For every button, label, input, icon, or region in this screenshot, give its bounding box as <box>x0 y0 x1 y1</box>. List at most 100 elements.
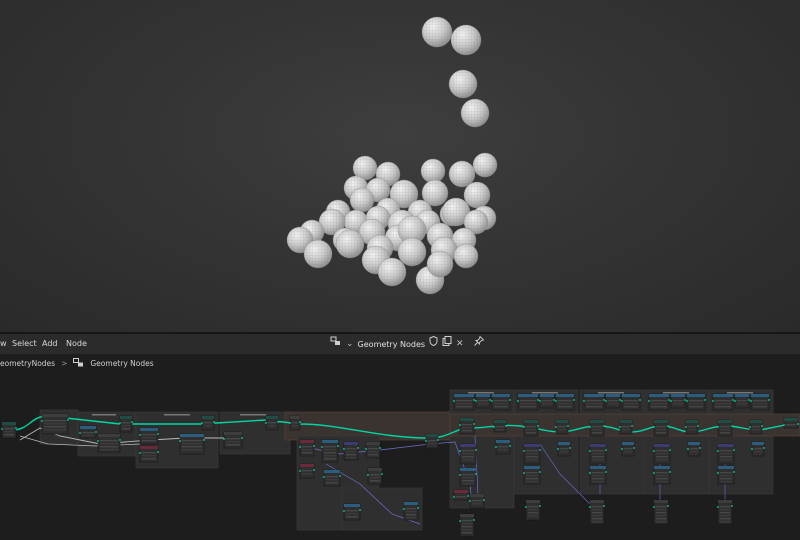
node-header[interactable] <box>718 444 734 447</box>
node-output-socket[interactable] <box>489 399 491 401</box>
node-header[interactable] <box>470 494 484 497</box>
node-output-socket[interactable] <box>605 471 607 473</box>
node-input-socket[interactable] <box>403 508 405 510</box>
node-input-socket[interactable] <box>97 440 99 442</box>
node-output-socket[interactable] <box>731 505 733 507</box>
node-header[interactable] <box>622 442 634 445</box>
node-header[interactable] <box>266 416 278 419</box>
node-input-socket[interactable] <box>459 424 461 426</box>
shield-fake-user-icon[interactable] <box>429 335 438 352</box>
node-output-socket[interactable] <box>509 399 511 401</box>
node-header[interactable] <box>654 500 668 503</box>
node-input-socket[interactable] <box>750 400 752 402</box>
node-input-socket[interactable] <box>749 426 751 428</box>
node-output-socket[interactable] <box>605 449 607 451</box>
node-header[interactable] <box>620 420 632 423</box>
node-input-socket[interactable] <box>179 440 181 442</box>
node-header[interactable] <box>344 442 358 445</box>
node-header[interactable] <box>300 440 314 443</box>
node-output-socket[interactable] <box>797 423 799 425</box>
node-header[interactable] <box>622 394 640 397</box>
node-input-socket[interactable] <box>589 426 591 428</box>
node-header[interactable] <box>718 500 732 503</box>
node-header[interactable] <box>2 422 16 425</box>
node-header[interactable] <box>688 442 700 445</box>
node-output-socket[interactable] <box>631 425 633 427</box>
node-input-socket[interactable] <box>469 500 471 502</box>
node-header[interactable] <box>584 394 604 397</box>
node-output-socket[interactable] <box>768 399 770 401</box>
node-input-socket[interactable] <box>523 426 525 428</box>
node-output-socket[interactable] <box>603 399 605 401</box>
node-output-socket[interactable] <box>684 399 686 401</box>
node-header[interactable] <box>556 394 574 397</box>
node-header[interactable] <box>750 420 762 423</box>
node-output-socket[interactable] <box>733 449 735 451</box>
node-output-socket[interactable] <box>357 447 359 449</box>
node-input-socket[interactable] <box>687 448 689 450</box>
node-header[interactable] <box>524 466 540 469</box>
node-output-socket[interactable] <box>619 399 621 401</box>
view-menu[interactable]: w <box>0 334 7 354</box>
node-header[interactable] <box>606 394 620 397</box>
node-header[interactable] <box>686 420 698 423</box>
node-header[interactable] <box>224 432 242 435</box>
node-input-socket[interactable] <box>139 452 141 454</box>
node-input-socket[interactable] <box>79 432 81 434</box>
node-header[interactable] <box>180 434 204 437</box>
node-output-socket[interactable] <box>667 425 669 427</box>
node-input-socket[interactable] <box>583 400 585 402</box>
node-input-socket[interactable] <box>453 496 455 498</box>
node-header[interactable] <box>713 394 733 397</box>
node-input-socket[interactable] <box>299 470 301 472</box>
node-header[interactable] <box>649 394 669 397</box>
node-input-socket[interactable] <box>425 440 427 442</box>
node-header[interactable] <box>140 428 158 431</box>
node-header[interactable] <box>718 466 734 469</box>
node-header[interactable] <box>494 420 506 423</box>
node-header[interactable] <box>590 420 604 423</box>
node-header[interactable] <box>300 464 314 467</box>
node-output-socket[interactable] <box>639 399 641 401</box>
node-header[interactable] <box>366 442 380 445</box>
node-output-socket[interactable] <box>157 451 159 453</box>
node-tree-icon[interactable] <box>330 336 342 352</box>
node-header[interactable] <box>140 446 158 449</box>
node-input-socket[interactable] <box>459 450 461 452</box>
node-output-socket[interactable] <box>539 505 541 507</box>
node-output-socket[interactable] <box>553 399 555 401</box>
node-header[interactable] <box>654 420 668 423</box>
node-output-socket[interactable] <box>437 439 439 441</box>
node-header[interactable] <box>526 500 540 503</box>
node-output-socket[interactable] <box>313 445 315 447</box>
node-header[interactable] <box>524 444 540 447</box>
node-header[interactable] <box>654 466 670 469</box>
breadcrumb-object[interactable]: eometryNodes <box>0 359 55 368</box>
node-output-socket[interactable] <box>131 421 133 423</box>
node-input-socket[interactable] <box>493 426 495 428</box>
node-output-socket[interactable] <box>539 449 541 451</box>
node-input-socket[interactable] <box>139 434 141 436</box>
node-output-socket[interactable] <box>379 447 381 449</box>
pin-icon[interactable] <box>473 335 484 352</box>
node-input-socket[interactable] <box>717 472 719 474</box>
node-input-socket[interactable] <box>223 438 225 440</box>
node-output-socket[interactable] <box>359 509 361 511</box>
node-header[interactable] <box>590 444 606 447</box>
node-input-socket[interactable] <box>459 474 461 476</box>
node-input-socket[interactable] <box>605 400 607 402</box>
node-input-socket[interactable] <box>589 506 591 508</box>
node-output-socket[interactable] <box>339 475 341 477</box>
node-header[interactable] <box>590 466 606 469</box>
node-header[interactable] <box>671 394 685 397</box>
node-output-socket[interactable] <box>731 425 733 427</box>
node-header[interactable] <box>460 514 474 517</box>
node-header[interactable] <box>496 440 510 443</box>
node-output-socket[interactable] <box>475 449 477 451</box>
node-output-socket[interactable] <box>473 423 475 425</box>
node-input-socket[interactable] <box>555 426 557 428</box>
node-header[interactable] <box>290 416 300 419</box>
close-icon[interactable]: ✕ <box>456 336 464 352</box>
node-output-socket[interactable] <box>473 399 475 401</box>
node-header[interactable] <box>460 468 476 471</box>
